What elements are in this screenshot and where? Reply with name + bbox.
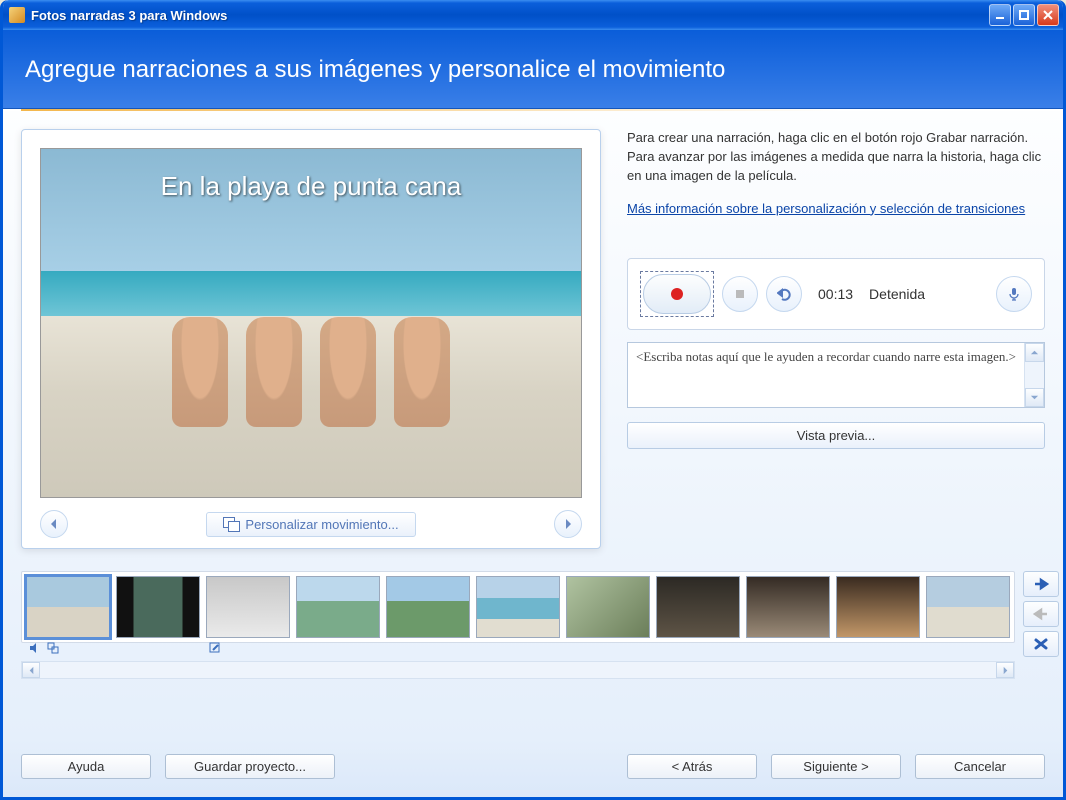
edit-badge-icon — [209, 642, 221, 654]
arrow-right-icon — [1033, 577, 1049, 591]
delete-thumbnail-button[interactable] — [1023, 631, 1059, 657]
window-title: Fotos narradas 3 para Windows — [31, 8, 989, 23]
save-project-button[interactable]: Guardar proyecto... — [165, 754, 335, 779]
filmstrip-scrollbar[interactable] — [21, 661, 1015, 679]
notes-field-wrap — [627, 342, 1045, 408]
page-title: Agregue narraciones a sus imágenes y per… — [3, 30, 1063, 109]
chevron-down-icon — [1030, 393, 1039, 402]
scroll-up-button[interactable] — [1025, 343, 1044, 362]
recorder-panel: 00:13 Detenida — [627, 258, 1045, 330]
thumbnail[interactable] — [476, 576, 560, 638]
app-window: Fotos narradas 3 para Windows Agregue na… — [0, 0, 1066, 800]
minimize-button[interactable] — [989, 4, 1011, 26]
move-left-button[interactable] — [1023, 601, 1059, 627]
microphone-settings-button[interactable] — [996, 276, 1032, 312]
delete-icon — [1033, 637, 1049, 651]
maximize-button[interactable] — [1013, 4, 1035, 26]
next-image-button[interactable] — [554, 510, 582, 538]
notes-scrollbar[interactable] — [1024, 343, 1044, 407]
preview-button[interactable]: Vista previa... — [627, 422, 1045, 449]
prev-image-button[interactable] — [40, 510, 68, 538]
record-button-focus — [640, 271, 714, 317]
chevron-right-icon — [1001, 666, 1010, 675]
thumbnail[interactable] — [206, 576, 290, 638]
chevron-left-icon — [27, 666, 36, 675]
next-button[interactable]: Siguiente > — [771, 754, 901, 779]
notes-textarea[interactable] — [628, 343, 1024, 407]
stop-icon — [733, 287, 747, 301]
arrow-left-icon — [1033, 607, 1049, 621]
app-icon — [9, 7, 25, 23]
chevron-right-icon — [562, 518, 574, 530]
content-area: En la playa de punta cana Personalizar m… — [3, 111, 1063, 740]
back-button[interactable]: < Atrás — [627, 754, 757, 779]
thumbnail[interactable] — [116, 576, 200, 638]
scroll-left-button[interactable] — [22, 662, 40, 678]
scroll-right-button[interactable] — [996, 662, 1014, 678]
help-button[interactable]: Ayuda — [21, 754, 151, 779]
motion-badge-icon — [47, 642, 59, 654]
titlebar[interactable]: Fotos narradas 3 para Windows — [3, 0, 1063, 30]
undo-button[interactable] — [766, 276, 802, 312]
cancel-button[interactable]: Cancelar — [915, 754, 1045, 779]
record-icon — [671, 288, 683, 300]
filmstrip — [21, 571, 1015, 643]
transitions-help-link[interactable]: Más información sobre la personalización… — [627, 200, 1025, 219]
thumbnail[interactable] — [656, 576, 740, 638]
narration-badge-icon — [29, 642, 41, 654]
wizard-footer: Ayuda Guardar proyecto... < Atrás Siguie… — [3, 740, 1063, 797]
scroll-down-button[interactable] — [1025, 388, 1044, 407]
image-content — [172, 317, 450, 427]
chevron-up-icon — [1030, 348, 1039, 357]
recording-time: 00:13 — [818, 286, 853, 302]
thumbnail[interactable] — [566, 576, 650, 638]
preview-frame: En la playa de punta cana Personalizar m… — [21, 129, 601, 549]
thumbnail[interactable] — [26, 576, 110, 638]
recording-status: Detenida — [869, 286, 988, 302]
move-right-button[interactable] — [1023, 571, 1059, 597]
thumbnail[interactable] — [836, 576, 920, 638]
customize-motion-label: Personalizar movimiento... — [245, 517, 398, 532]
thumbnail[interactable] — [386, 576, 470, 638]
image-caption: En la playa de punta cana — [41, 171, 581, 202]
thumbnail[interactable] — [926, 576, 1010, 638]
thumbnail[interactable] — [746, 576, 830, 638]
microphone-icon — [1007, 287, 1021, 301]
preview-image[interactable]: En la playa de punta cana — [40, 148, 582, 498]
close-button[interactable] — [1037, 4, 1059, 26]
undo-icon — [777, 287, 791, 301]
thumbnail[interactable] — [296, 576, 380, 638]
stop-button[interactable] — [722, 276, 758, 312]
customize-motion-button[interactable]: Personalizar movimiento... — [206, 512, 415, 537]
instructions-text: Para crear una narración, haga clic en e… — [627, 129, 1045, 186]
record-button[interactable] — [643, 274, 711, 314]
motion-icon — [223, 517, 239, 531]
chevron-left-icon — [48, 518, 60, 530]
